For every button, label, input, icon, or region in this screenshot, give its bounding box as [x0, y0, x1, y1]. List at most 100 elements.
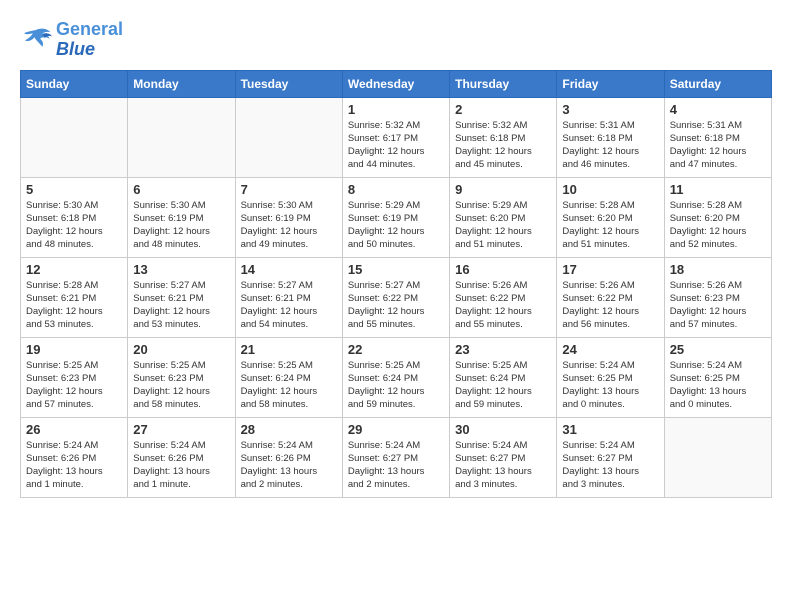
day-number: 28	[241, 422, 337, 437]
day-number: 24	[562, 342, 658, 357]
cell-content: Sunrise: 5:27 AMSunset: 6:21 PMDaylight:…	[241, 279, 337, 332]
day-number: 11	[670, 182, 766, 197]
day-number: 27	[133, 422, 229, 437]
cell-content: Sunrise: 5:24 AMSunset: 6:26 PMDaylight:…	[241, 439, 337, 492]
calendar-week-1: 1Sunrise: 5:32 AMSunset: 6:17 PMDaylight…	[21, 97, 772, 177]
day-number: 26	[26, 422, 122, 437]
calendar-cell: 23Sunrise: 5:25 AMSunset: 6:24 PMDayligh…	[450, 337, 557, 417]
day-number: 18	[670, 262, 766, 277]
cell-content: Sunrise: 5:25 AMSunset: 6:24 PMDaylight:…	[241, 359, 337, 412]
page-header: General Blue	[20, 20, 772, 60]
day-header-tuesday: Tuesday	[235, 70, 342, 97]
cell-content: Sunrise: 5:31 AMSunset: 6:18 PMDaylight:…	[562, 119, 658, 172]
cell-content: Sunrise: 5:24 AMSunset: 6:27 PMDaylight:…	[562, 439, 658, 492]
day-number: 31	[562, 422, 658, 437]
calendar-cell: 13Sunrise: 5:27 AMSunset: 6:21 PMDayligh…	[128, 257, 235, 337]
day-number: 5	[26, 182, 122, 197]
day-header-wednesday: Wednesday	[342, 70, 449, 97]
day-number: 1	[348, 102, 444, 117]
calendar-week-4: 19 Sunrise: 5:25 AMSunset: 6:23 PMDayligh…	[21, 337, 772, 417]
calendar-cell: 26 Sunrise: 5:24 AMSunset: 6:26 PMDayligh…	[21, 417, 128, 497]
calendar-cell: 1Sunrise: 5:32 AMSunset: 6:17 PMDaylight…	[342, 97, 449, 177]
day-header-saturday: Saturday	[664, 70, 771, 97]
calendar-cell: 27 Sunrise: 5:24 AMSunset: 6:26 PMDayligh…	[128, 417, 235, 497]
logo: General Blue	[20, 20, 123, 60]
calendar-cell: 7 Sunrise: 5:30 AMSunset: 6:19 PMDaylight…	[235, 177, 342, 257]
cell-content: Sunrise: 5:31 AMSunset: 6:18 PMDaylight:…	[670, 119, 766, 172]
calendar-table: SundayMondayTuesdayWednesdayThursdayFrid…	[20, 70, 772, 498]
calendar-cell	[128, 97, 235, 177]
day-number: 30	[455, 422, 551, 437]
day-number: 16	[455, 262, 551, 277]
calendar-cell: 15Sunrise: 5:27 AMSunset: 6:22 PMDayligh…	[342, 257, 449, 337]
calendar-cell: 17 Sunrise: 5:26 AMSunset: 6:22 PMDayligh…	[557, 257, 664, 337]
calendar-cell: 10 Sunrise: 5:28 AMSunset: 6:20 PMDayligh…	[557, 177, 664, 257]
day-number: 4	[670, 102, 766, 117]
cell-content: Sunrise: 5:26 AMSunset: 6:23 PMDaylight:…	[670, 279, 766, 332]
cell-content: Sunrise: 5:28 AMSunset: 6:20 PMDaylight:…	[670, 199, 766, 252]
calendar-week-3: 12 Sunrise: 5:28 AMSunset: 6:21 PMDayligh…	[21, 257, 772, 337]
calendar-cell	[664, 417, 771, 497]
calendar-cell: 14Sunrise: 5:27 AMSunset: 6:21 PMDayligh…	[235, 257, 342, 337]
day-header-monday: Monday	[128, 70, 235, 97]
cell-content: Sunrise: 5:24 AMSunset: 6:25 PMDaylight:…	[562, 359, 658, 412]
cell-content: Sunrise: 5:32 AMSunset: 6:18 PMDaylight:…	[455, 119, 551, 172]
calendar-cell: 9 Sunrise: 5:29 AMSunset: 6:20 PMDaylight…	[450, 177, 557, 257]
calendar-cell: 5 Sunrise: 5:30 AMSunset: 6:18 PMDaylight…	[21, 177, 128, 257]
calendar-cell: 21Sunrise: 5:25 AMSunset: 6:24 PMDayligh…	[235, 337, 342, 417]
calendar-cell: 24 Sunrise: 5:24 AMSunset: 6:25 PMDayligh…	[557, 337, 664, 417]
calendar-cell: 16 Sunrise: 5:26 AMSunset: 6:22 PMDayligh…	[450, 257, 557, 337]
cell-content: Sunrise: 5:29 AMSunset: 6:19 PMDaylight:…	[348, 199, 444, 252]
calendar-cell	[235, 97, 342, 177]
day-number: 25	[670, 342, 766, 357]
day-header-friday: Friday	[557, 70, 664, 97]
day-number: 12	[26, 262, 122, 277]
day-number: 3	[562, 102, 658, 117]
cell-content: Sunrise: 5:24 AMSunset: 6:26 PMDaylight:…	[133, 439, 229, 492]
calendar-cell	[21, 97, 128, 177]
day-number: 13	[133, 262, 229, 277]
cell-content: Sunrise: 5:25 AMSunset: 6:24 PMDaylight:…	[348, 359, 444, 412]
calendar-cell: 29 Sunrise: 5:24 AMSunset: 6:27 PMDayligh…	[342, 417, 449, 497]
cell-content: Sunrise: 5:25 AMSunset: 6:23 PMDaylight:…	[26, 359, 122, 412]
calendar-cell: 2 Sunrise: 5:32 AMSunset: 6:18 PMDaylight…	[450, 97, 557, 177]
calendar-week-5: 26 Sunrise: 5:24 AMSunset: 6:26 PMDayligh…	[21, 417, 772, 497]
cell-content: Sunrise: 5:24 AMSunset: 6:27 PMDaylight:…	[348, 439, 444, 492]
cell-content: Sunrise: 5:29 AMSunset: 6:20 PMDaylight:…	[455, 199, 551, 252]
logo-text: General Blue	[56, 20, 123, 60]
calendar-cell: 4 Sunrise: 5:31 AMSunset: 6:18 PMDaylight…	[664, 97, 771, 177]
day-number: 19	[26, 342, 122, 357]
calendar-cell: 18 Sunrise: 5:26 AMSunset: 6:23 PMDayligh…	[664, 257, 771, 337]
day-number: 2	[455, 102, 551, 117]
calendar-cell: 25 Sunrise: 5:24 AMSunset: 6:25 PMDayligh…	[664, 337, 771, 417]
cell-content: Sunrise: 5:24 AMSunset: 6:27 PMDaylight:…	[455, 439, 551, 492]
day-number: 7	[241, 182, 337, 197]
cell-content: Sunrise: 5:30 AMSunset: 6:18 PMDaylight:…	[26, 199, 122, 252]
calendar-cell: 20Sunrise: 5:25 AMSunset: 6:23 PMDayligh…	[128, 337, 235, 417]
cell-content: Sunrise: 5:27 AMSunset: 6:22 PMDaylight:…	[348, 279, 444, 332]
calendar-cell: 3 Sunrise: 5:31 AMSunset: 6:18 PMDaylight…	[557, 97, 664, 177]
cell-content: Sunrise: 5:26 AMSunset: 6:22 PMDaylight:…	[562, 279, 658, 332]
day-number: 22	[348, 342, 444, 357]
cell-content: Sunrise: 5:24 AMSunset: 6:26 PMDaylight:…	[26, 439, 122, 492]
cell-content: Sunrise: 5:28 AMSunset: 6:20 PMDaylight:…	[562, 199, 658, 252]
day-number: 23	[455, 342, 551, 357]
calendar-cell: 22 Sunrise: 5:25 AMSunset: 6:24 PMDayligh…	[342, 337, 449, 417]
cell-content: Sunrise: 5:28 AMSunset: 6:21 PMDaylight:…	[26, 279, 122, 332]
cell-content: Sunrise: 5:24 AMSunset: 6:25 PMDaylight:…	[670, 359, 766, 412]
logo-icon	[20, 26, 52, 54]
day-number: 10	[562, 182, 658, 197]
calendar-cell: 11 Sunrise: 5:28 AMSunset: 6:20 PMDayligh…	[664, 177, 771, 257]
day-number: 20	[133, 342, 229, 357]
calendar-header: SundayMondayTuesdayWednesdayThursdayFrid…	[21, 70, 772, 97]
calendar-cell: 28 Sunrise: 5:24 AMSunset: 6:26 PMDayligh…	[235, 417, 342, 497]
cell-content: Sunrise: 5:30 AMSunset: 6:19 PMDaylight:…	[241, 199, 337, 252]
day-number: 29	[348, 422, 444, 437]
cell-content: Sunrise: 5:26 AMSunset: 6:22 PMDaylight:…	[455, 279, 551, 332]
calendar-week-2: 5 Sunrise: 5:30 AMSunset: 6:18 PMDaylight…	[21, 177, 772, 257]
calendar-cell: 8 Sunrise: 5:29 AMSunset: 6:19 PMDaylight…	[342, 177, 449, 257]
day-number: 17	[562, 262, 658, 277]
day-number: 8	[348, 182, 444, 197]
header-row: SundayMondayTuesdayWednesdayThursdayFrid…	[21, 70, 772, 97]
day-number: 9	[455, 182, 551, 197]
